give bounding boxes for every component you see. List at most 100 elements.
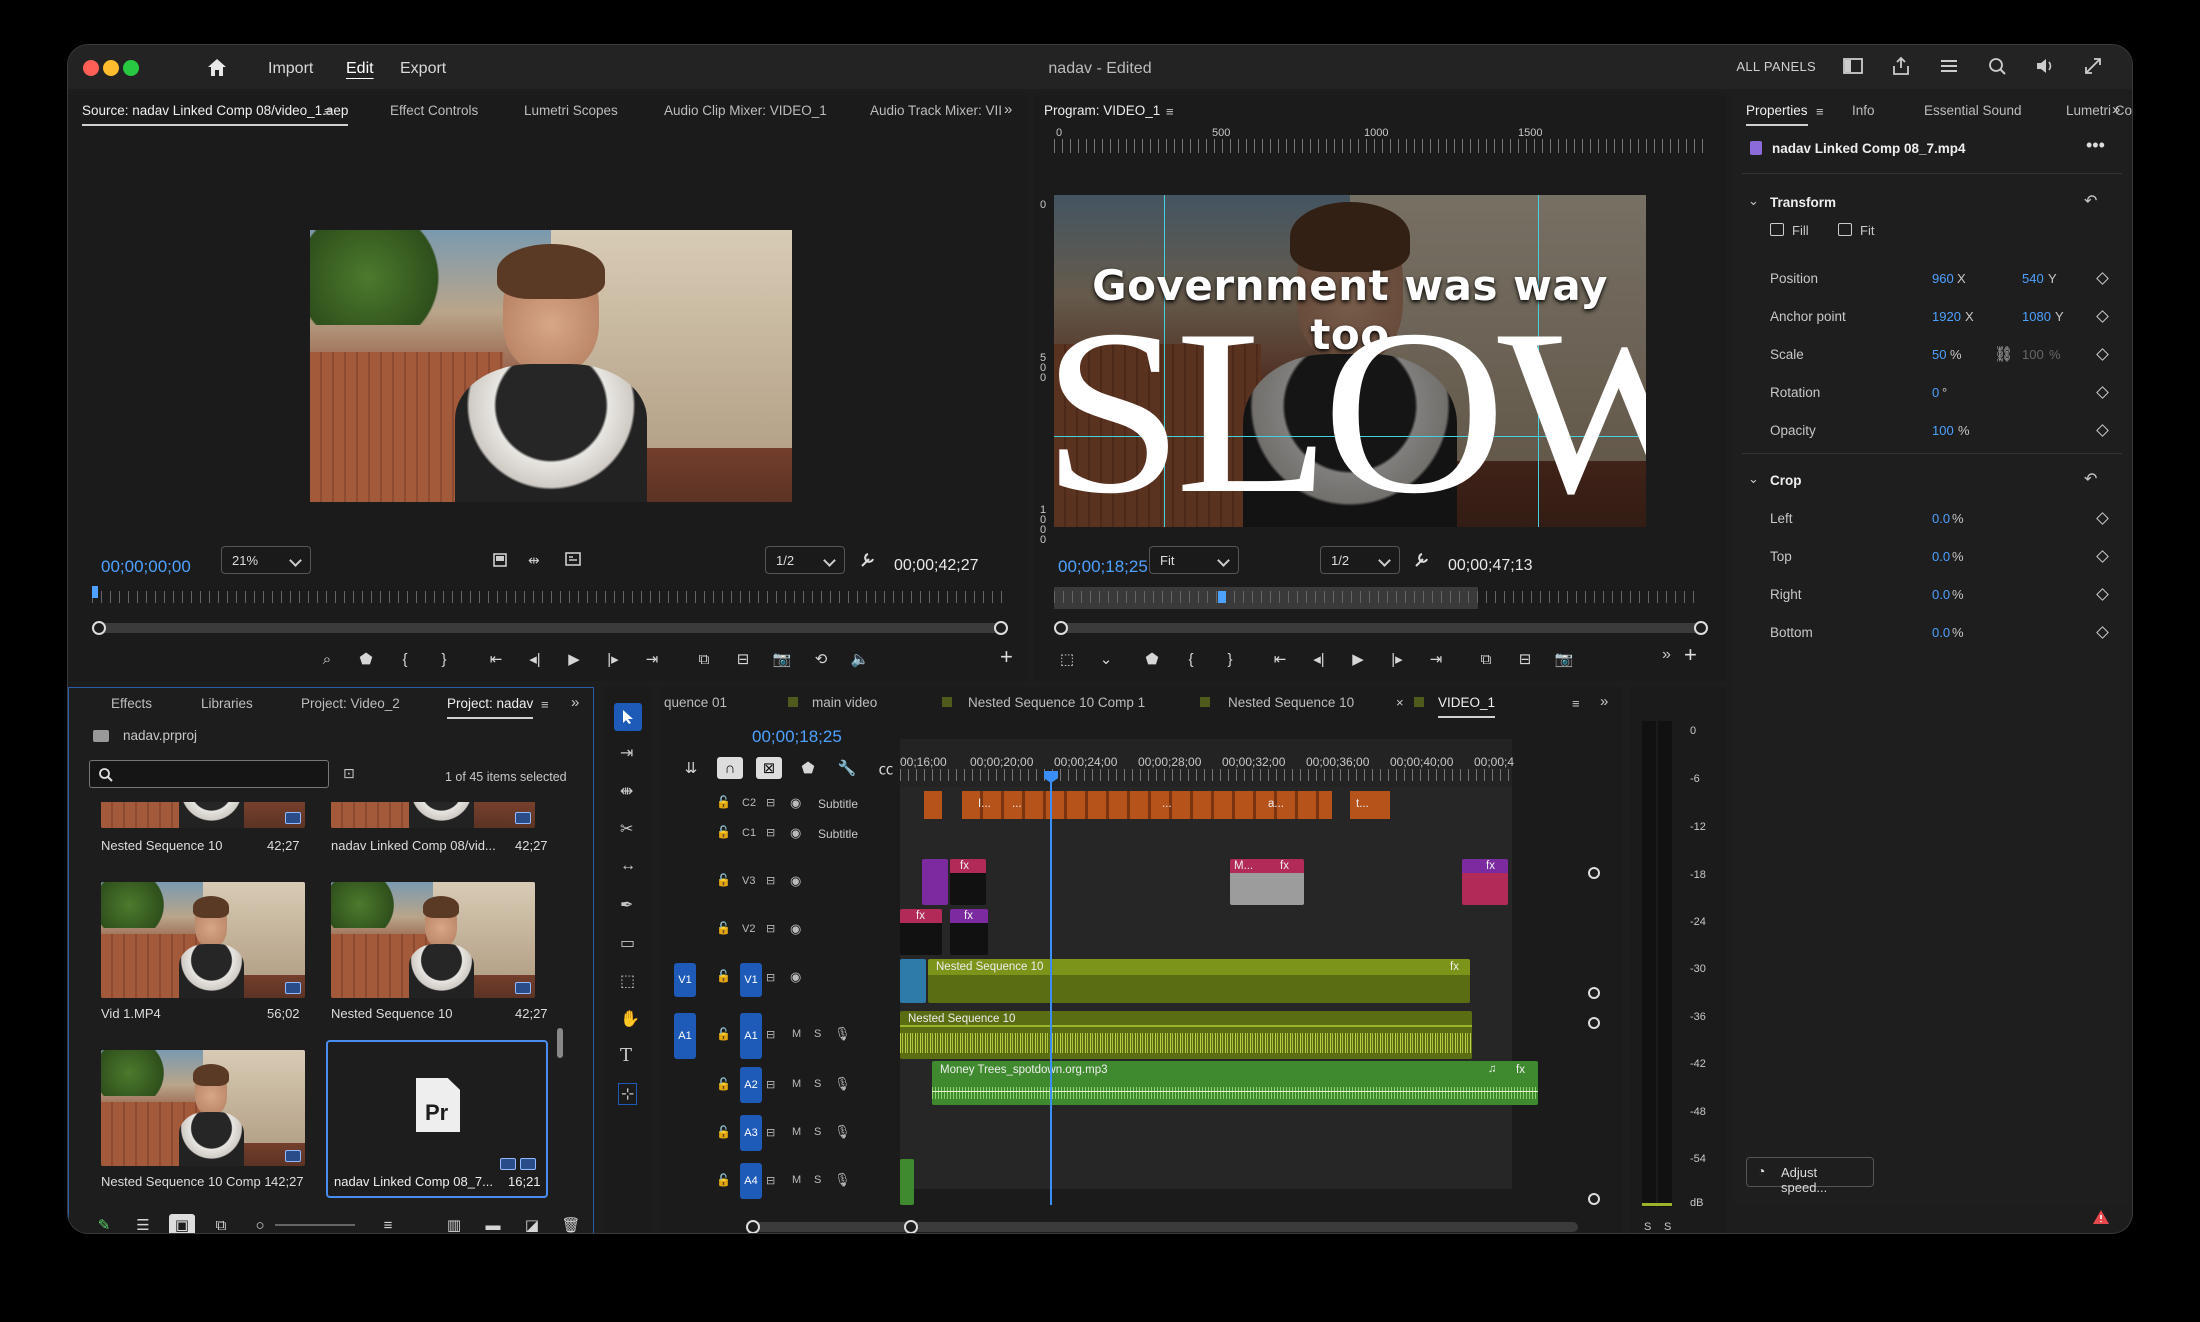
sync-lock-icon[interactable]: ⊟ xyxy=(766,1028,775,1041)
generative-extend-tool-icon[interactable]: ⊹ xyxy=(618,1083,638,1105)
chevron-down-icon[interactable]: ⌄ xyxy=(1093,648,1119,670)
crop-top-value[interactable]: 0.0 xyxy=(1932,549,1950,564)
sync-lock-icon[interactable]: ⊟ xyxy=(766,796,775,809)
automate-icon[interactable]: ▥ xyxy=(441,1214,467,1233)
safe-margins-icon[interactable]: ⬚ xyxy=(1054,648,1080,670)
share-icon[interactable] xyxy=(1890,55,1912,77)
timeline-more-tabs-icon[interactable]: » xyxy=(1600,693,1608,710)
fit-label[interactable]: Fit xyxy=(1860,223,1874,238)
mic-icon[interactable]: 🎙 xyxy=(834,1076,851,1092)
program-step-forward-icon[interactable]: |▸ xyxy=(1384,648,1410,670)
more-tabs-icon[interactable]: » xyxy=(1004,101,1012,118)
lock-icon[interactable]: 🔓 xyxy=(716,1077,731,1091)
solo-left-button[interactable]: S xyxy=(1644,1221,1651,1233)
program-scroll-start-handle[interactable] xyxy=(1054,621,1068,635)
timeline-playhead-line[interactable] xyxy=(1050,771,1052,1205)
tab-lumetri-scopes[interactable]: Lumetri Scopes xyxy=(524,103,618,118)
tab-lumetri-color[interactable]: Lumetri Color xyxy=(2066,103,2132,118)
transform-chevron-icon[interactable]: ⌄ xyxy=(1748,193,1759,209)
mute-button[interactable]: M xyxy=(792,1174,801,1186)
solo-button[interactable]: S xyxy=(814,1174,821,1186)
text-select-tool-icon[interactable]: ⬚ xyxy=(620,971,635,991)
crop-right-keyframe-icon[interactable] xyxy=(2096,588,2109,601)
eye-icon[interactable]: ◉ xyxy=(790,825,801,841)
new-bin-icon[interactable]: ▬ xyxy=(480,1214,506,1234)
program-playhead[interactable] xyxy=(1218,591,1226,603)
drag-audio-icon[interactable] xyxy=(564,551,582,567)
tab-source[interactable]: Source: nadav Linked Comp 08/video_1.aep xyxy=(82,103,349,126)
mark-out-icon[interactable]: } xyxy=(431,648,457,670)
program-mark-out-icon[interactable]: } xyxy=(1217,648,1243,670)
caption-clip[interactable] xyxy=(924,791,942,819)
lift-icon[interactable]: ⧉ xyxy=(1473,648,1499,670)
crop-chevron-icon[interactable]: ⌄ xyxy=(1748,471,1759,487)
caption-clip[interactable]: t... xyxy=(1350,791,1390,819)
mic-icon[interactable]: 🎙 xyxy=(834,1124,851,1140)
tab-audio-clip-mixer[interactable]: Audio Clip Mixer: VIDEO_1 xyxy=(664,103,827,118)
track-target-a1[interactable]: A1 xyxy=(740,1013,762,1059)
drag-video-icon[interactable]: ⇹ xyxy=(528,552,540,569)
warning-icon[interactable] xyxy=(2092,1209,2110,1225)
lock-icon[interactable]: 🔓 xyxy=(716,1027,731,1041)
program-go-to-in-icon[interactable]: ⇤ xyxy=(1267,648,1293,670)
anchor-keyframe-icon[interactable] xyxy=(2096,310,2109,323)
tab-libraries[interactable]: Libraries xyxy=(201,696,253,711)
mic-icon[interactable]: 🎙 xyxy=(834,1026,851,1042)
v3-clip[interactable]: M... fx xyxy=(1230,859,1304,905)
program-scroll-end-handle[interactable] xyxy=(1694,621,1708,635)
program-video-frame[interactable]: Government was way too SLOW xyxy=(1054,195,1646,527)
sync-lock-icon[interactable]: ⊟ xyxy=(766,1174,775,1187)
lock-icon[interactable]: 🔓 xyxy=(716,921,731,935)
video-vscroll-handle[interactable] xyxy=(1588,987,1600,999)
tab-project-nadav[interactable]: Project: nadav xyxy=(447,696,534,719)
track-select-tool-icon[interactable]: ⇥ xyxy=(620,743,633,763)
tab-audio-track-mixer[interactable]: Audio Track Mixer: VII xyxy=(870,103,1002,118)
crop-bottom-keyframe-icon[interactable] xyxy=(2096,626,2109,639)
lock-icon[interactable]: 🔓 xyxy=(716,825,731,839)
v3-clip[interactable]: fx xyxy=(950,859,986,905)
sync-lock-icon[interactable]: ⊟ xyxy=(766,826,775,839)
crop-left-value[interactable]: 0.0 xyxy=(1932,511,1950,526)
crop-reset-icon[interactable]: ↶ xyxy=(2084,469,2097,489)
mute-button[interactable]: M xyxy=(792,1126,801,1138)
anchor-y-value[interactable]: 1080 xyxy=(2022,309,2051,324)
new-bin-from-search-icon[interactable]: ⊡ xyxy=(343,765,355,782)
program-add-button-icon[interactable]: + xyxy=(1684,642,1697,668)
tab-program[interactable]: Program: VIDEO_1 xyxy=(1044,103,1160,118)
audio-vscroll-handle[interactable] xyxy=(1588,1193,1600,1205)
source-scroll-end-handle[interactable] xyxy=(994,621,1008,635)
program-resolution-select[interactable]: 1/2 xyxy=(1320,546,1400,574)
zoom-small-icon[interactable]: ○ xyxy=(247,1214,273,1234)
crop-top-keyframe-icon[interactable] xyxy=(2096,550,2109,563)
panel-layout-icon[interactable] xyxy=(1842,55,1864,77)
program-more-icon[interactable]: » xyxy=(1662,646,1671,664)
mute-button[interactable]: M xyxy=(792,1028,801,1040)
timeline-hscroll-start[interactable] xyxy=(746,1220,760,1233)
extract-icon[interactable]: ⊟ xyxy=(1512,648,1538,670)
program-menu-icon[interactable]: ≡ xyxy=(1166,104,1174,119)
sync-lock-icon[interactable]: ⊟ xyxy=(766,874,775,887)
ripple-edit-tool-icon[interactable]: ⇼ xyxy=(620,781,633,801)
selection-tool-icon[interactable] xyxy=(614,703,642,731)
tab-main-video[interactable]: main video xyxy=(812,695,877,710)
properties-more-tabs-icon[interactable]: » xyxy=(2112,101,2120,118)
program-fit-select[interactable]: Fit xyxy=(1149,546,1239,574)
tab-nested-seq-10[interactable]: Nested Sequence 10 xyxy=(1228,695,1354,710)
close-tab-icon[interactable]: × xyxy=(1396,695,1404,710)
sync-lock-icon[interactable]: ⊟ xyxy=(766,971,775,984)
a1-clip[interactable]: Nested Sequence 10 xyxy=(900,1011,1472,1059)
program-step-back-icon[interactable]: ◂| xyxy=(1306,648,1332,670)
program-timecode[interactable]: 00;00;18;25 xyxy=(1058,557,1148,577)
workspaces-icon[interactable] xyxy=(1938,55,1960,77)
solo-button[interactable]: S xyxy=(814,1126,821,1138)
program-time-ruler[interactable] xyxy=(1054,591,1702,603)
v3-clip[interactable]: fx xyxy=(1462,859,1508,905)
fill-label[interactable]: Fill xyxy=(1792,223,1809,238)
lock-icon[interactable]: 🔓 xyxy=(716,1125,731,1139)
position-y-value[interactable]: 540 xyxy=(2022,271,2044,286)
program-mark-in-icon[interactable]: { xyxy=(1178,648,1204,670)
sort-icon[interactable]: ≡ xyxy=(375,1214,401,1234)
timeline-hscroll[interactable] xyxy=(748,1222,1578,1232)
rotation-keyframe-icon[interactable] xyxy=(2096,386,2109,399)
add-marker-icon[interactable]: ⬟ xyxy=(353,648,379,670)
